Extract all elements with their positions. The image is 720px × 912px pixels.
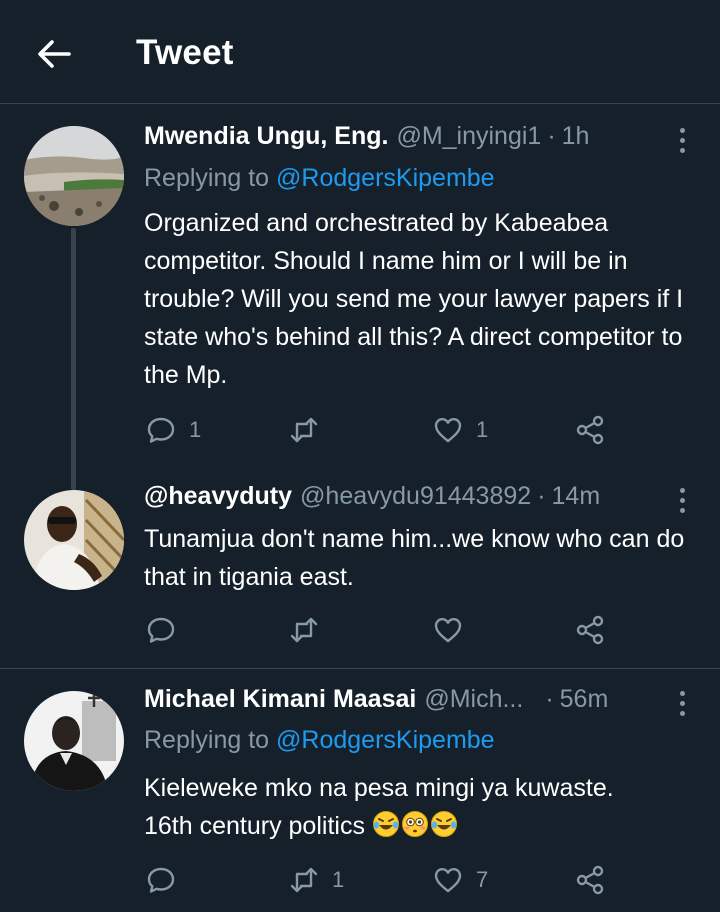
separator-dot: · [537,482,546,510]
mention-link[interactable]: @RodgersKipembe [276,164,495,192]
share-button[interactable] [575,410,607,450]
flushed-face-emoji-icon [401,811,428,837]
author-handle[interactable]: @Mich... [424,685,523,714]
author-handle[interactable]: @M_inyingi1 [396,122,541,151]
tweet-header: @heavyduty @heavydu91443892 · 14m [144,482,680,518]
like-button[interactable]: 1 [432,410,488,450]
more-options-icon[interactable] [672,122,692,158]
separator-dot: · [545,685,554,713]
retweet-button[interactable] [288,410,332,450]
retweet-count: 1 [332,867,345,892]
heart-icon [434,418,462,443]
author-handle[interactable]: @heavydu91443892 [300,482,531,511]
tweet-2[interactable]: @heavyduty @heavydu91443892 · 14m Tunamj… [0,480,720,668]
reply-button[interactable]: 1 [145,410,201,450]
avatar[interactable] [24,490,124,590]
reply-button[interactable] [145,610,189,650]
replying-to: Replying to @RodgersKipembe [144,164,495,193]
author-name[interactable]: Michael Kimani Maasai [144,685,416,714]
action-bar: 1 1 [0,410,720,450]
reply-count: 1 [189,417,202,442]
back-arrow-icon[interactable] [34,34,74,74]
share-icon [576,615,604,645]
avatar[interactable] [24,126,124,226]
replying-to-label: Replying to [144,164,270,192]
like-button[interactable] [432,610,476,650]
timestamp[interactable]: 56m [560,685,609,714]
retweet-icon [290,867,318,893]
share-icon [576,415,604,445]
retweet-icon [290,617,318,643]
tweet-header: Michael Kimani Maasai @Mich... · 56m [144,685,680,721]
heart-icon [434,618,462,643]
thread-connector-line [71,228,76,490]
action-bar: 1 7 [0,860,720,900]
replying-to: Replying to @RodgersKipembe [144,726,495,755]
share-button[interactable] [575,860,607,900]
timestamp[interactable]: 1h [562,122,590,151]
reply-icon [147,417,175,443]
page-title: Tweet [136,33,234,72]
tweet-text-line-2: 16th century politics [144,807,689,845]
reply-icon [147,617,175,643]
avatar[interactable] [24,691,124,791]
tweet-1[interactable]: Mwendia Ungu, Eng. @M_inyingi1 · 1h Repl… [0,104,720,490]
action-bar [0,610,720,650]
mention-link[interactable]: @RodgersKipembe [276,726,495,754]
more-options-icon[interactable] [672,685,692,721]
replying-to-label: Replying to [144,726,270,754]
tweet-text-line-2-text: 16th century politics [144,812,365,840]
tweet-text: Organized and orchestrated by Kabeabea c… [144,209,684,389]
rolling-laughing-emoji-icon [372,811,399,837]
tweet-text-line-1: Kieleweke mko na pesa mingi ya kuwaste. [144,774,614,802]
top-bar: Tweet [0,0,720,104]
share-button[interactable] [575,610,607,650]
tweet-header: Mwendia Ungu, Eng. @M_inyingi1 · 1h [144,122,680,158]
retweet-icon [290,417,318,443]
heart-icon [434,868,462,893]
reply-button[interactable] [145,860,189,900]
like-count: 7 [476,867,489,892]
rolling-laughing-emoji-icon [430,811,457,837]
more-options-icon[interactable] [672,482,692,518]
like-count: 1 [476,417,489,442]
share-icon [576,865,604,895]
tweet-text: Tunamjua don't name him...we know who ca… [144,525,685,591]
retweet-button[interactable] [288,610,332,650]
separator-dot: · [547,122,556,150]
tweet-text: Kieleweke mko na pesa mingi ya kuwaste. … [144,769,689,845]
timestamp[interactable]: 14m [552,482,601,511]
tweet-3[interactable]: Michael Kimani Maasai @Mich... · 56m Rep… [0,669,720,912]
author-name[interactable]: @heavyduty [144,482,292,511]
retweet-button[interactable]: 1 [288,860,344,900]
like-button[interactable]: 7 [432,860,488,900]
author-name[interactable]: Mwendia Ungu, Eng. [144,122,388,151]
reply-icon [147,867,175,893]
